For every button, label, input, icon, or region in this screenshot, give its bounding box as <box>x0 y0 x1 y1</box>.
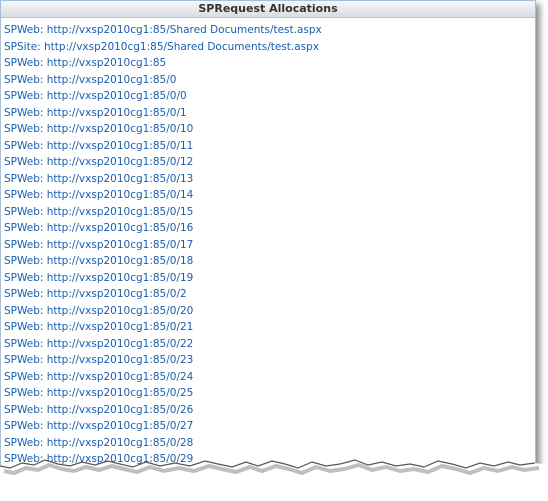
allocation-link[interactable]: SPWeb: http://vxsp2010cg1:85/0/11 <box>4 138 535 155</box>
allocation-link[interactable]: SPWeb: http://vxsp2010cg1:85/0/17 <box>4 237 535 254</box>
allocation-link[interactable]: SPWeb: http://vxsp2010cg1:85/0/13 <box>4 171 535 188</box>
allocations-panel: SPRequest Allocations SPWeb: http://vxsp… <box>0 0 536 488</box>
allocation-link[interactable]: SPWeb: http://vxsp2010cg1:85/0/10 <box>4 121 535 138</box>
allocation-link[interactable]: SPWeb: http://vxsp2010cg1:85/0/23 <box>4 352 535 369</box>
allocation-link[interactable]: SPWeb: http://vxsp2010cg1:85/0/28 <box>4 435 535 452</box>
allocation-link[interactable]: SPWeb: http://vxsp2010cg1:85/0/1 <box>4 105 535 122</box>
allocation-list: SPWeb: http://vxsp2010cg1:85/Shared Docu… <box>1 18 535 484</box>
allocation-link[interactable]: SPWeb: http://vxsp2010cg1:85/0/20 <box>4 303 535 320</box>
allocation-link[interactable]: SPWeb: http://vxsp2010cg1:85/0/18 <box>4 253 535 270</box>
allocation-link[interactable]: SPWeb: http://vxsp2010cg1:85/0/15 <box>4 204 535 221</box>
allocation-link[interactable]: SPWeb: http://vxsp2010cg1:85/0/26 <box>4 402 535 419</box>
allocation-link[interactable]: SPWeb: http://vxsp2010cg1:85/0/27 <box>4 418 535 435</box>
allocation-link[interactable]: SPWeb: http://vxsp2010cg1:85/0/0 <box>4 88 535 105</box>
panel-title: SPRequest Allocations <box>1 1 535 18</box>
allocation-link[interactable]: SPSite: http://vxsp2010cg1:85/Shared Doc… <box>4 39 535 56</box>
allocation-link[interactable]: SPWeb: http://vxsp2010cg1:85/0/25 <box>4 385 535 402</box>
allocation-link[interactable]: SPWeb: http://vxsp2010cg1:85/0/12 <box>4 154 535 171</box>
allocation-link[interactable]: SPWeb: http://vxsp2010cg1:85/0/16 <box>4 220 535 237</box>
allocation-link[interactable]: SPWeb: http://vxsp2010cg1:85 <box>4 55 535 72</box>
torn-edge <box>0 459 548 501</box>
allocation-link[interactable]: SPWeb: http://vxsp2010cg1:85/0/19 <box>4 270 535 287</box>
allocation-link[interactable]: SPWeb: http://vxsp2010cg1:85/Shared Docu… <box>4 22 535 39</box>
allocation-link[interactable]: SPWeb: http://vxsp2010cg1:85/0/22 <box>4 336 535 353</box>
allocation-link[interactable]: SPWeb: http://vxsp2010cg1:85/0/2 <box>4 286 535 303</box>
allocation-link[interactable]: SPWeb: http://vxsp2010cg1:85/0/24 <box>4 369 535 386</box>
allocation-link[interactable]: SPWeb: http://vxsp2010cg1:85/0/21 <box>4 319 535 336</box>
allocation-link[interactable]: SPWeb: http://vxsp2010cg1:85/0 <box>4 72 535 89</box>
allocation-link[interactable]: SPWeb: http://vxsp2010cg1:85/0/14 <box>4 187 535 204</box>
